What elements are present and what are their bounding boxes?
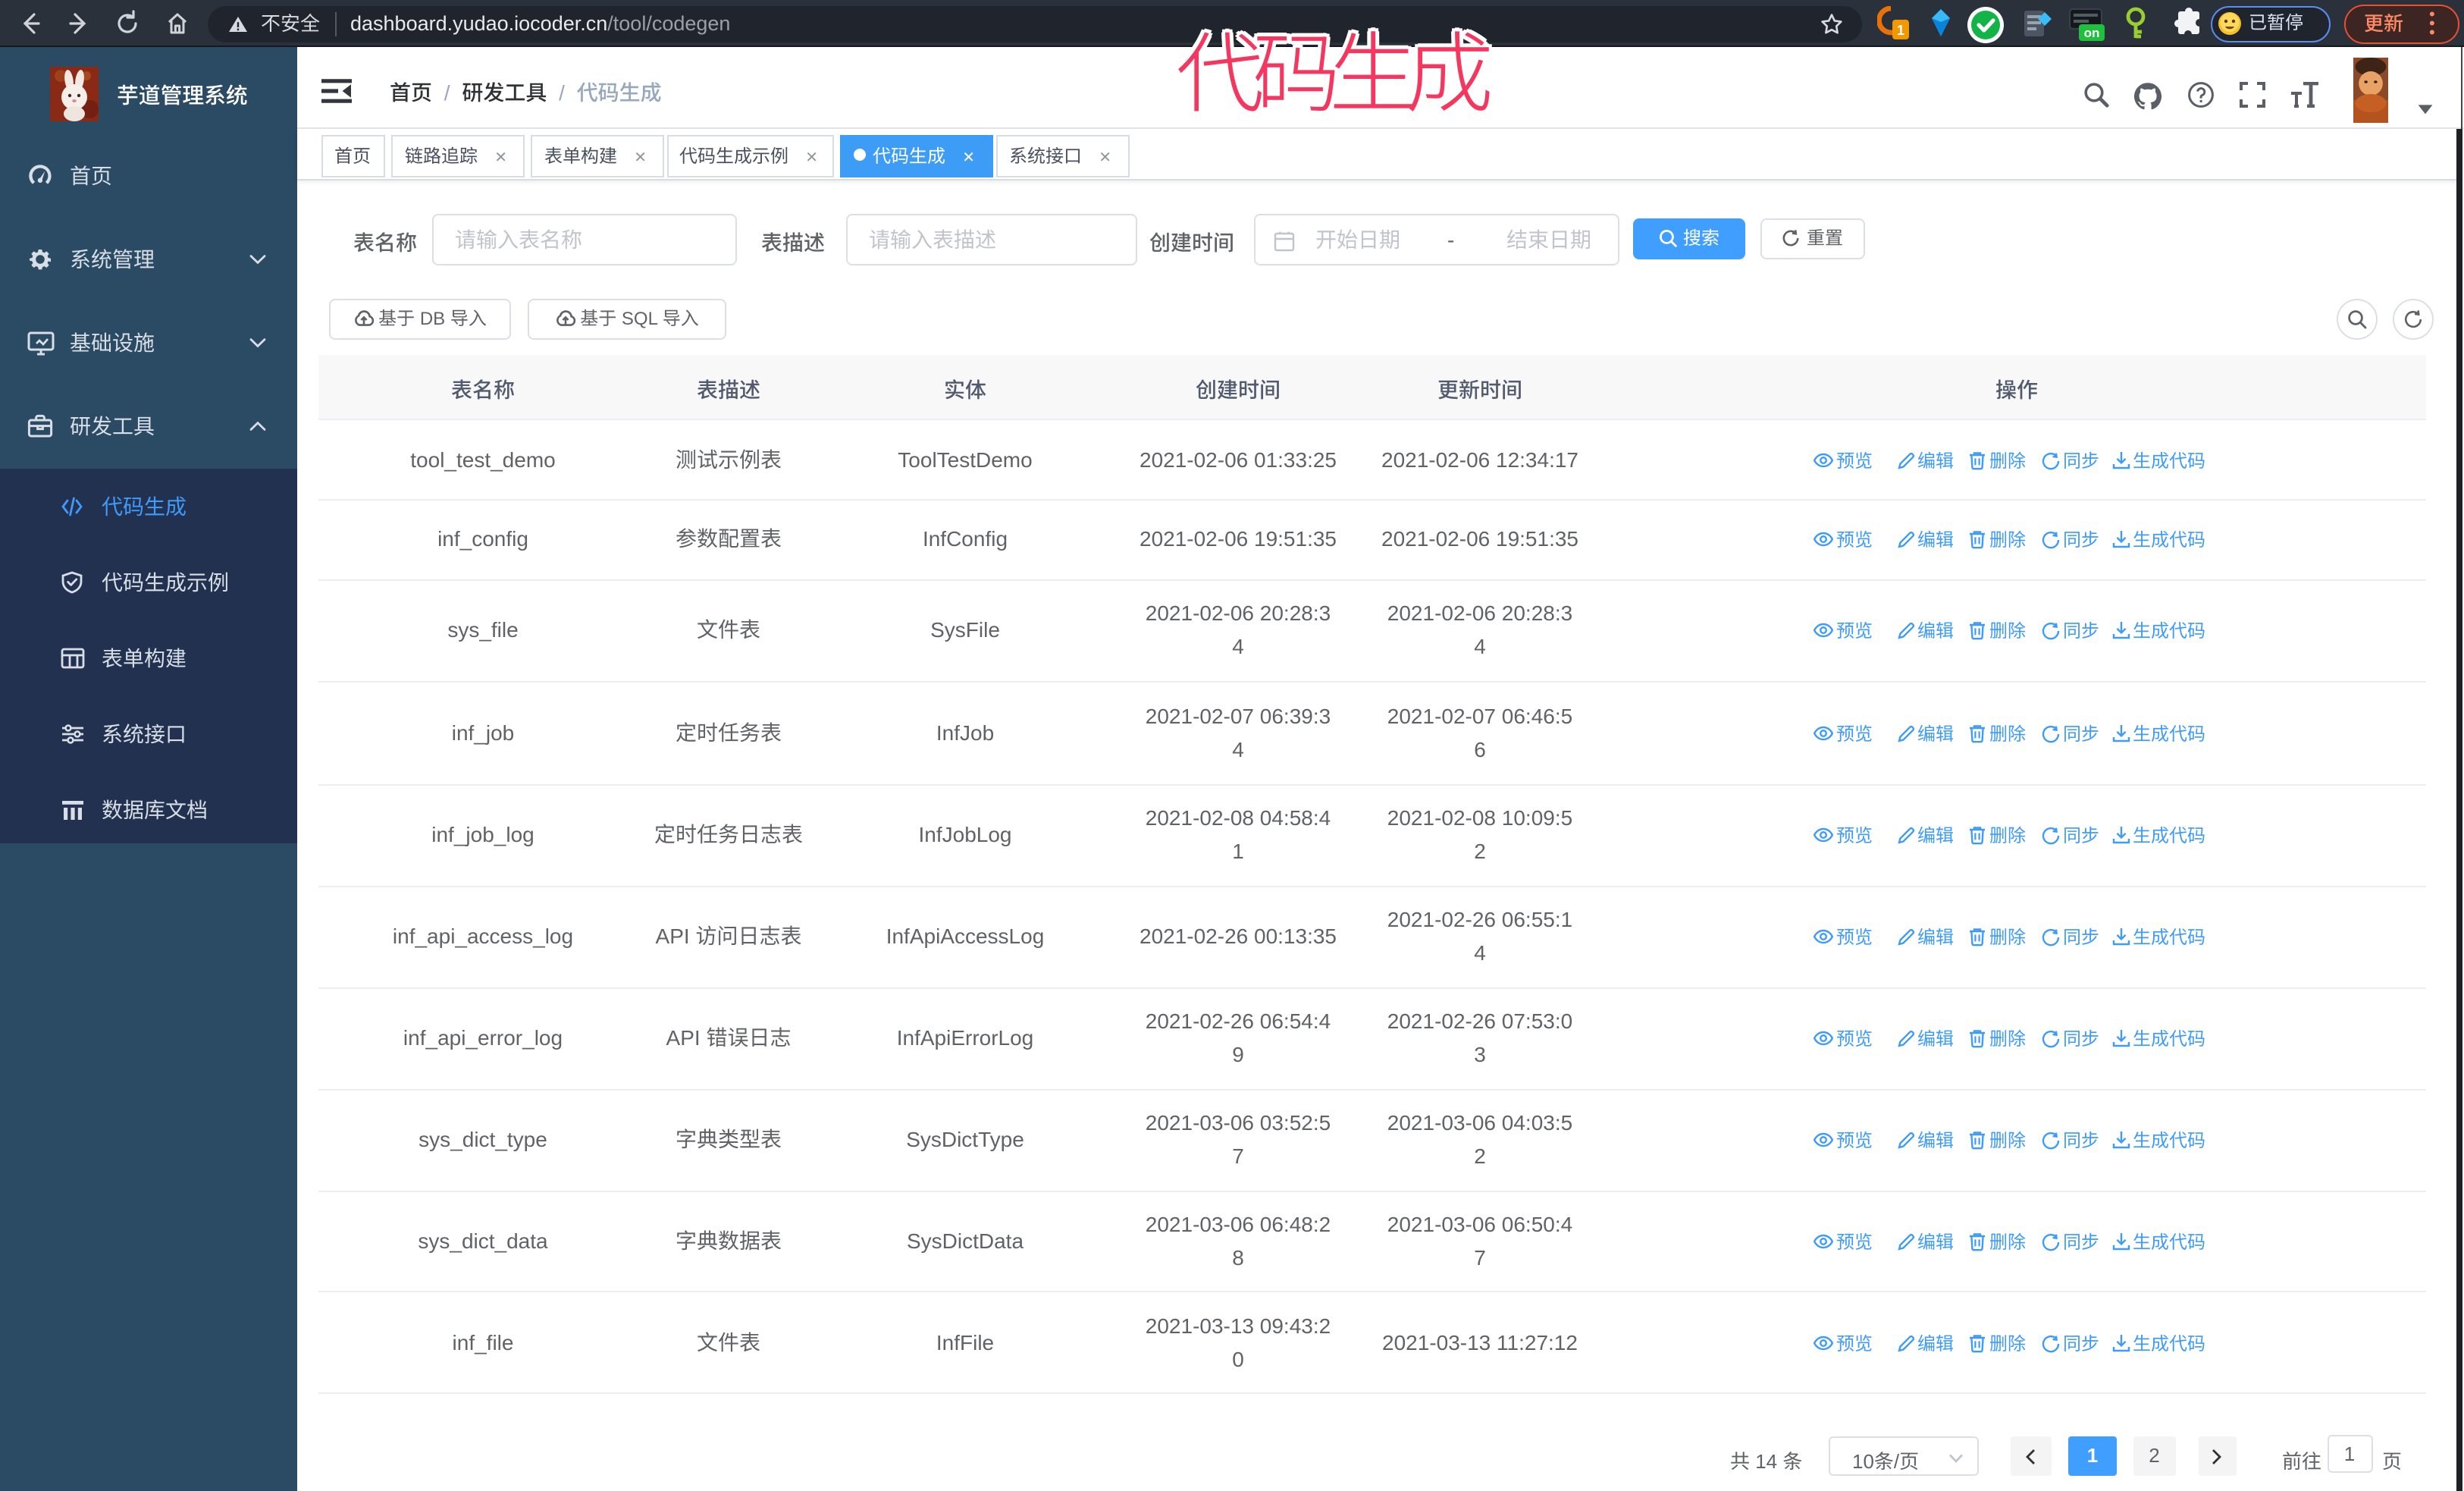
- svg-text:on: on: [2084, 26, 2100, 40]
- svg-text:1: 1: [1897, 23, 1904, 38]
